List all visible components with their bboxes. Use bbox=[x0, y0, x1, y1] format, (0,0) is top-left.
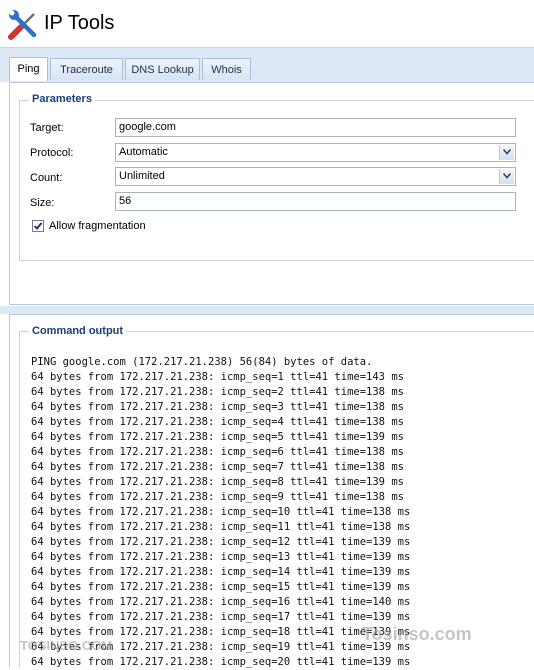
size-label: Size: bbox=[30, 197, 55, 209]
output-line: 64 bytes from 172.217.21.238: icmp_seq=1… bbox=[31, 581, 411, 593]
output-line: 64 bytes from 172.217.21.238: icmp_seq=1… bbox=[31, 371, 404, 383]
tools-icon bbox=[8, 10, 37, 40]
target-label: Target: bbox=[30, 122, 64, 134]
output-line: 64 bytes from 172.217.21.238: icmp_seq=1… bbox=[31, 596, 411, 608]
output-line: 64 bytes from 172.217.21.238: icmp_seq=7… bbox=[31, 461, 404, 473]
output-line: 64 bytes from 172.217.21.238: icmp_seq=1… bbox=[31, 551, 411, 563]
count-select[interactable]: Unlimited bbox=[115, 167, 516, 186]
output-line: 64 bytes from 172.217.21.238: icmp_seq=1… bbox=[31, 521, 411, 533]
output-line: 64 bytes from 172.217.21.238: icmp_seq=1… bbox=[31, 536, 411, 548]
tab-ping[interactable]: Ping bbox=[9, 57, 48, 81]
panel-separator bbox=[0, 306, 534, 314]
tab-whois[interactable]: Whois bbox=[202, 58, 251, 80]
output-line: 64 bytes from 172.217.21.238: icmp_seq=3… bbox=[31, 401, 404, 413]
fragmentation-label[interactable]: Allow fragmentation bbox=[49, 220, 146, 232]
target-input[interactable]: google.com bbox=[115, 118, 516, 137]
chevron-down-icon[interactable] bbox=[499, 145, 514, 160]
size-input[interactable]: 56 bbox=[115, 192, 516, 211]
tab-dns-lookup[interactable]: DNS Lookup bbox=[125, 58, 200, 80]
protocol-value: Automatic bbox=[119, 146, 168, 158]
watermark-left: TOSINSO.COM bbox=[20, 638, 113, 653]
output-line: 64 bytes from 172.217.21.238: icmp_seq=4… bbox=[31, 416, 404, 428]
output-line: 64 bytes from 172.217.21.238: icmp_seq=2… bbox=[31, 386, 404, 398]
checkmark-icon bbox=[33, 222, 43, 230]
output-line: 64 bytes from 172.217.21.238: icmp_seq=2… bbox=[31, 656, 411, 668]
watermark-right: Tosinso.com bbox=[362, 624, 472, 644]
output-title: Command output bbox=[29, 325, 127, 337]
protocol-select[interactable]: Automatic bbox=[115, 143, 516, 162]
parameters-title: Parameters bbox=[29, 93, 95, 105]
chevron-down-icon[interactable] bbox=[499, 169, 514, 184]
output-line: 64 bytes from 172.217.21.238: icmp_seq=1… bbox=[31, 566, 411, 578]
output-line: 64 bytes from 172.217.21.238: icmp_seq=6… bbox=[31, 446, 404, 458]
protocol-label: Protocol: bbox=[30, 147, 74, 159]
app-title: IP Tools bbox=[44, 12, 115, 34]
output-line: 64 bytes from 172.217.21.238: icmp_seq=8… bbox=[31, 476, 404, 488]
output-line: 64 bytes from 172.217.21.238: icmp_seq=9… bbox=[31, 491, 404, 503]
fragmentation-checkbox[interactable] bbox=[32, 220, 44, 232]
output-line: 64 bytes from 172.217.21.238: icmp_seq=1… bbox=[31, 611, 411, 623]
output-line: 64 bytes from 172.217.21.238: icmp_seq=1… bbox=[31, 506, 411, 518]
tab-strip: Ping Traceroute DNS Lookup Whois bbox=[0, 48, 534, 82]
count-label: Count: bbox=[30, 172, 63, 184]
output-line: 64 bytes from 172.217.21.238: icmp_seq=5… bbox=[31, 431, 404, 443]
count-value: Unlimited bbox=[119, 170, 165, 182]
tab-traceroute[interactable]: Traceroute bbox=[50, 58, 123, 80]
command-output-text[interactable]: PING google.com (172.217.21.238) 56(84) … bbox=[31, 355, 526, 670]
title-bar: IP Tools bbox=[0, 0, 534, 48]
output-line: PING google.com (172.217.21.238) 56(84) … bbox=[31, 356, 373, 368]
